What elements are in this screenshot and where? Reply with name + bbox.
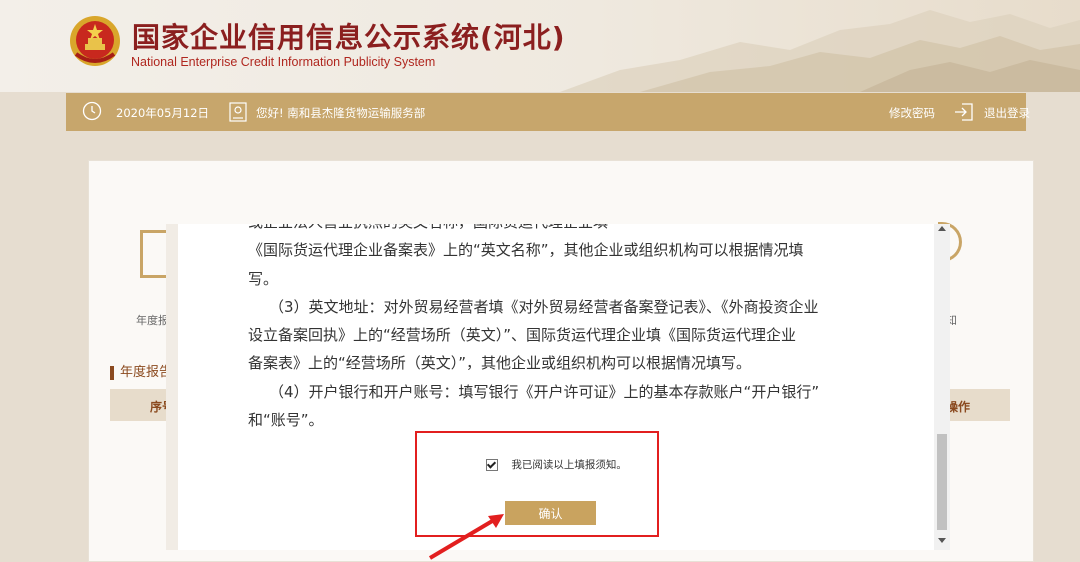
- top-bar: 2020年05月12日 您好! 南和县杰隆货物运输服务部 修改密码 退出登录: [66, 93, 1030, 131]
- modal-left-edge: [166, 224, 178, 550]
- logout-link[interactable]: 退出登录: [984, 105, 1030, 121]
- scrollbar-thumb[interactable]: [937, 434, 947, 530]
- scroll-up-arrow-icon[interactable]: [938, 226, 946, 231]
- notice-line: 设立备案回执》上的“经营场所（英文）”、国际货运代理企业填《国际货运代理企业: [248, 326, 797, 345]
- change-password-link[interactable]: 修改密码: [889, 105, 935, 121]
- clock-icon: [82, 101, 102, 121]
- notice-line: 写。: [248, 269, 279, 288]
- notice-line: （4）开户银行和开户账号：填写银行《开户许可证》上的基本存款账户“开户银行”: [269, 382, 820, 401]
- notice-line: （3）英文地址：对外贸易经营者填《对外贸易经营者备案登记表》、《外商投资企业: [269, 297, 819, 316]
- scroll-down-arrow-icon[interactable]: [938, 538, 946, 543]
- national-emblem-icon: [70, 16, 120, 66]
- user-card-icon: [229, 102, 247, 122]
- agreement-checkbox[interactable]: [486, 458, 498, 471]
- mountain-landscape-decoration: [560, 10, 1080, 92]
- current-date: 2020年05月12日: [116, 106, 210, 120]
- confirm-button[interactable]: 确认: [505, 501, 596, 525]
- notice-line: 或企业法人营业执照的英文名称，国际货运代理企业填: [248, 224, 868, 236]
- red-arrow-icon: [428, 514, 504, 560]
- agreement-label: 我已阅读以上填报须知。: [511, 459, 627, 471]
- agreement-row[interactable]: 我已阅读以上填报须知。: [486, 457, 627, 472]
- notice-line: 备案表》上的“经营场所（英文）”，其他企业或组织机构可以根据情况填写。: [248, 354, 752, 373]
- user-greeting: 您好! 南和县杰隆货物运输服务部: [256, 106, 426, 120]
- notice-text: 或企业法人营业执照的英文名称，国际货运代理企业填 《国际货运代理企业备案表》上的…: [248, 224, 868, 434]
- logout-icon[interactable]: [954, 102, 974, 122]
- notice-line: 《国际货运代理企业备案表》上的“英文名称”，其他企业或组织机构可以根据情况填: [248, 241, 804, 260]
- site-header: 国家企业信用信息公示系统(河北) National Enterprise Cre…: [0, 0, 1080, 92]
- section-title: 年度报告: [110, 366, 172, 380]
- site-title: 国家企业信用信息公示系统(河北): [132, 21, 566, 54]
- annual-report-entry-label: 年度报: [136, 314, 169, 327]
- site-subtitle: National Enterprise Credit Information P…: [131, 55, 436, 69]
